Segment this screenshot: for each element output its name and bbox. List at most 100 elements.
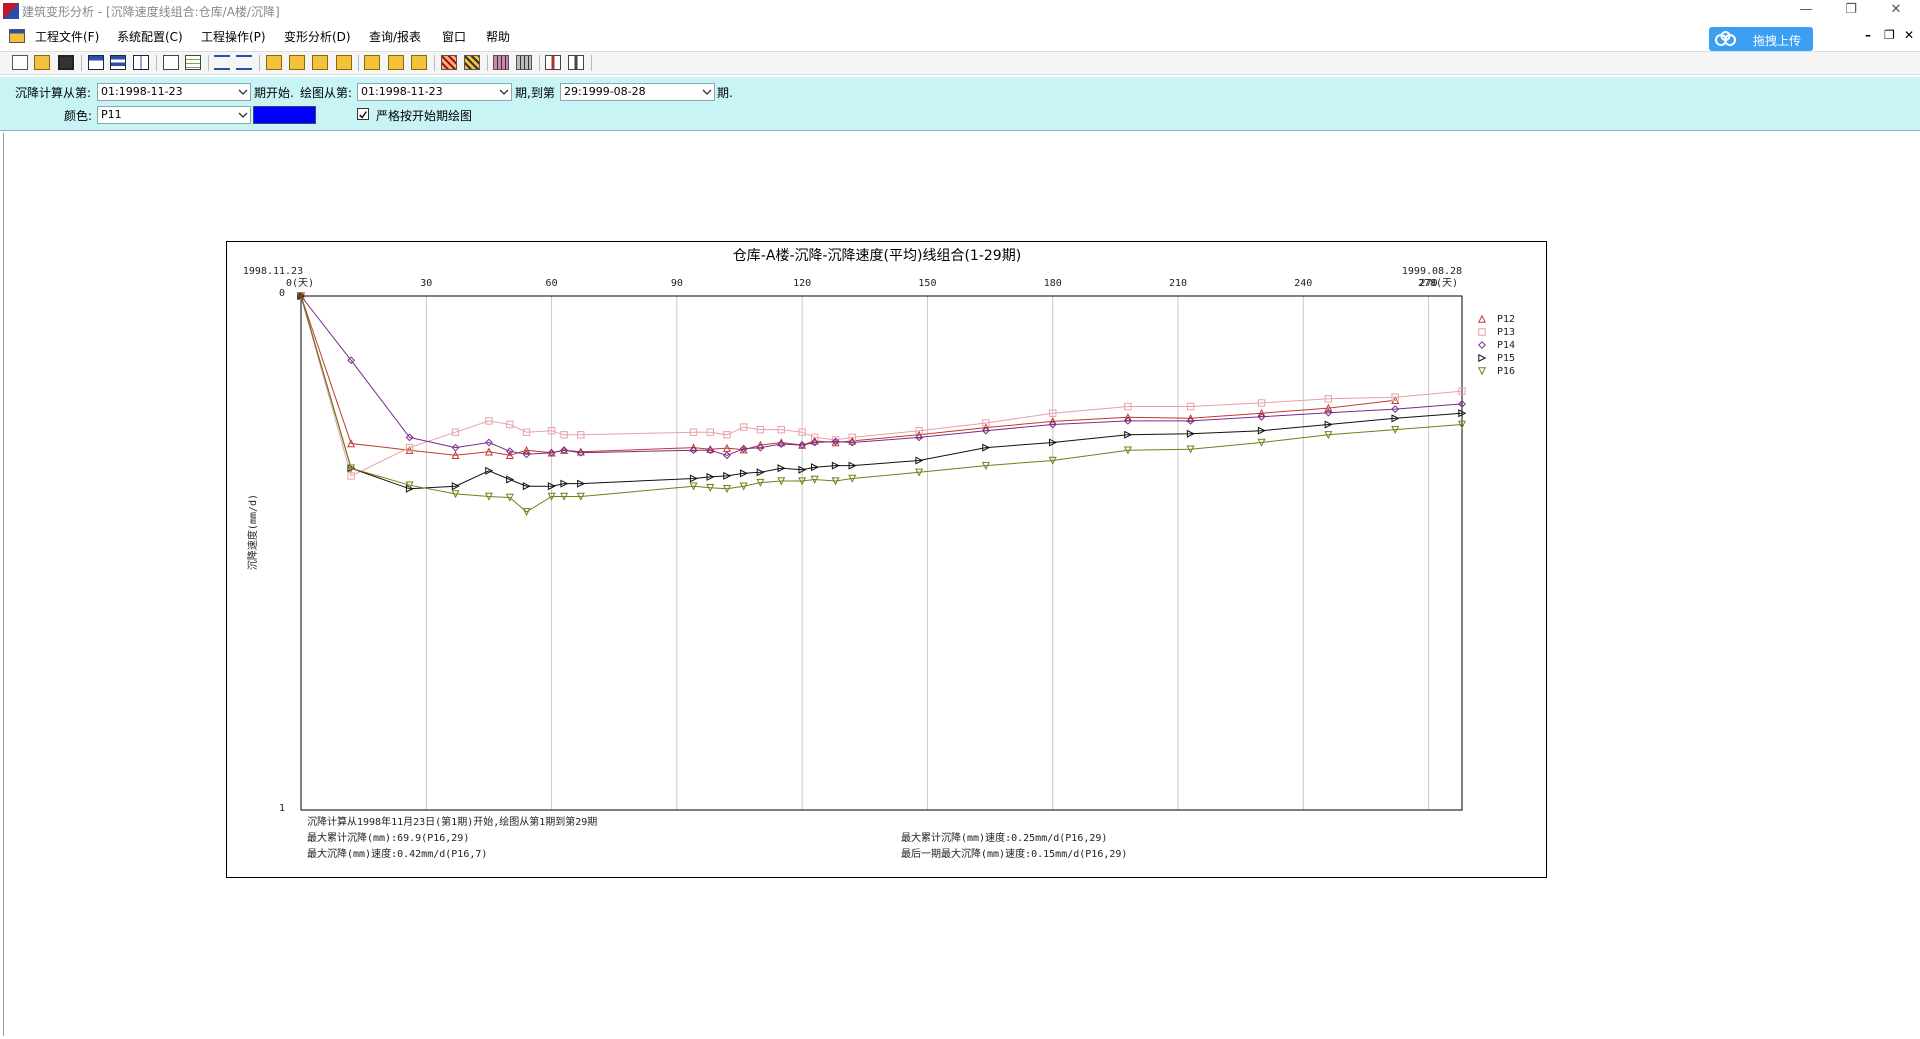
period-to-label: 期,到第 [515,86,555,100]
edit-icon[interactable] [163,55,179,70]
toolbar [0,51,1920,75]
x-unit-start: 0(天) [286,278,314,289]
chart-frame: 仓库-A楼-沉降-沉降速度(平均)线组合(1-29期) 1998.11.23 1… [226,241,1547,878]
x-tick-label: 240 [1294,278,1312,289]
menu-window[interactable]: 窗口 [442,28,466,45]
legend-label-p16: P16 [1497,366,1515,377]
legend-marker-p12 [1477,314,1487,323]
series-line-p13 [300,295,1463,477]
x-tick-label: 180 [1044,278,1062,289]
note-4: 最大累计沉降(mm)速度:0.25mm/d(P16,29) [901,831,1107,844]
menu-system-config[interactable]: 系统配置(C) [117,28,183,45]
chevron-down-icon [238,112,248,118]
menu-deformation-analysis[interactable]: 变形分析(D) [284,28,351,45]
series-line-p12 [300,295,1396,456]
split-h-icon[interactable] [214,55,230,70]
period-end-label: 期. [717,86,733,100]
report1-icon[interactable] [545,55,561,70]
menu-query-report[interactable]: 查询/报表 [369,28,421,45]
y-axis-label: 沉降速度(mm/d) [246,494,259,570]
series-line-p16 [300,295,1463,513]
save-icon[interactable] [58,55,74,70]
menu-project-ops[interactable]: 工程操作(P) [201,28,266,45]
upload-button[interactable]: 拖拽上传 [1709,27,1813,51]
legend-label-p14: P14 [1497,340,1515,351]
mdi-close-button[interactable]: ✕ [1904,28,1914,42]
chart3-icon[interactable] [312,55,328,70]
note-3: 最大沉降(mm)速度:0.42mm/d(P16,7) [307,847,487,860]
plot-from-value: 01:1998-11-23 [361,85,443,98]
chevron-down-icon [702,89,712,95]
origin-marker [299,294,303,298]
grid3-icon[interactable] [493,55,509,70]
settlement-speed-chart: 仓库-A楼-沉降-沉降速度(平均)线组合(1-29期) 1998.11.23 1… [243,248,1515,860]
strict-start-label: 严格按开始期绘图 [376,109,473,123]
tile-horizontal-icon[interactable] [110,55,126,70]
upload-label: 拖拽上传 [1753,34,1802,48]
x-tick-label: 150 [918,278,936,289]
grid2-icon[interactable] [464,55,480,70]
chart2-icon[interactable] [289,55,305,70]
color-swatch[interactable] [253,106,316,124]
title-bar: 建筑变形分析 - [沉降速度线组合:仓库/A楼/沉降] — ❐ ✕ [0,0,1920,22]
calc-from-value: 01:1998-11-23 [101,85,183,98]
envelope3-icon[interactable] [411,55,427,70]
menu-bar: 工程文件(F) 系统配置(C) 工程操作(P) 变形分析(D) 查询/报表 窗口… [0,24,1920,48]
envelope2-icon[interactable] [388,55,404,70]
window-title: 建筑变形分析 - [沉降速度线组合:仓库/A楼/沉降] [22,5,280,19]
x-end-date: 1999.08.28 [1402,266,1462,277]
restore-button[interactable]: ❐ [1831,0,1871,22]
mdi-minimize-button[interactable]: – [1865,28,1871,42]
grid1-icon[interactable] [441,55,457,70]
tile-vertical-icon[interactable] [133,55,149,70]
plot-to-value: 29:1999-08-28 [564,85,646,98]
x-tick-label: 120 [793,278,811,289]
calc-from-select[interactable]: 01:1998-11-23 [97,83,251,101]
report2-icon[interactable] [568,55,584,70]
open-icon[interactable] [34,55,50,70]
strict-start-checkbox[interactable] [357,108,369,120]
legend-label-p13: P13 [1497,327,1515,338]
legend-label-p12: P12 [1497,314,1515,325]
legend-label-p15: P15 [1497,353,1515,364]
series-line-p15 [300,295,1463,490]
new-icon[interactable] [12,55,28,70]
cascade-icon[interactable] [88,55,104,70]
color-label: 颜色: [64,109,93,123]
x-tick-label: 90 [671,278,683,289]
grid4-icon[interactable] [516,55,532,70]
plot-to-select[interactable]: 29:1999-08-28 [560,83,715,101]
plot-from-label: 绘图从第: [300,86,353,100]
envelope1-icon[interactable] [364,55,380,70]
checkmark-icon [359,111,367,119]
legend-marker-p14 [1478,341,1486,349]
x-tick-label: 210 [1169,278,1187,289]
close-button[interactable]: ✕ [1876,0,1916,22]
note-2: 最大累计沉降(mm):69.9(P16,29) [307,831,469,844]
plot-from-select[interactable]: 01:1998-11-23 [357,83,512,101]
app-icon [3,3,19,19]
legend-marker-p13 [1478,328,1486,336]
y-tick-0: 0 [279,288,285,299]
split-v-icon[interactable] [236,55,252,70]
cloud-icon [1715,31,1736,46]
period-start-label: 期开始. [254,86,294,100]
chart-title: 仓库-A楼-沉降-沉降速度(平均)线组合(1-29期) [733,248,1021,264]
color-select[interactable]: P11 [97,106,251,124]
menu-help[interactable]: 帮助 [486,28,510,45]
chart1-icon[interactable] [266,55,282,70]
note-1: 沉降计算从1998年11月23日(第1期)开始,绘图从第1期到第29期 [307,815,597,828]
minimize-button[interactable]: — [1786,0,1826,22]
mdi-restore-button[interactable]: ❐ [1884,28,1895,42]
legend-marker-p16 [1477,367,1487,376]
menu-project-file[interactable]: 工程文件(F) [35,28,99,45]
chart4-icon[interactable] [336,55,352,70]
table-icon[interactable] [185,55,201,70]
chevron-down-icon [499,89,509,95]
chevron-down-icon [238,89,248,95]
document-icon[interactable] [9,29,25,43]
x-start-date: 1998.11.23 [243,266,303,277]
series-line-p14 [300,295,1463,456]
y-tick-1: 1 [279,803,285,814]
x-tick-label: 60 [546,278,558,289]
